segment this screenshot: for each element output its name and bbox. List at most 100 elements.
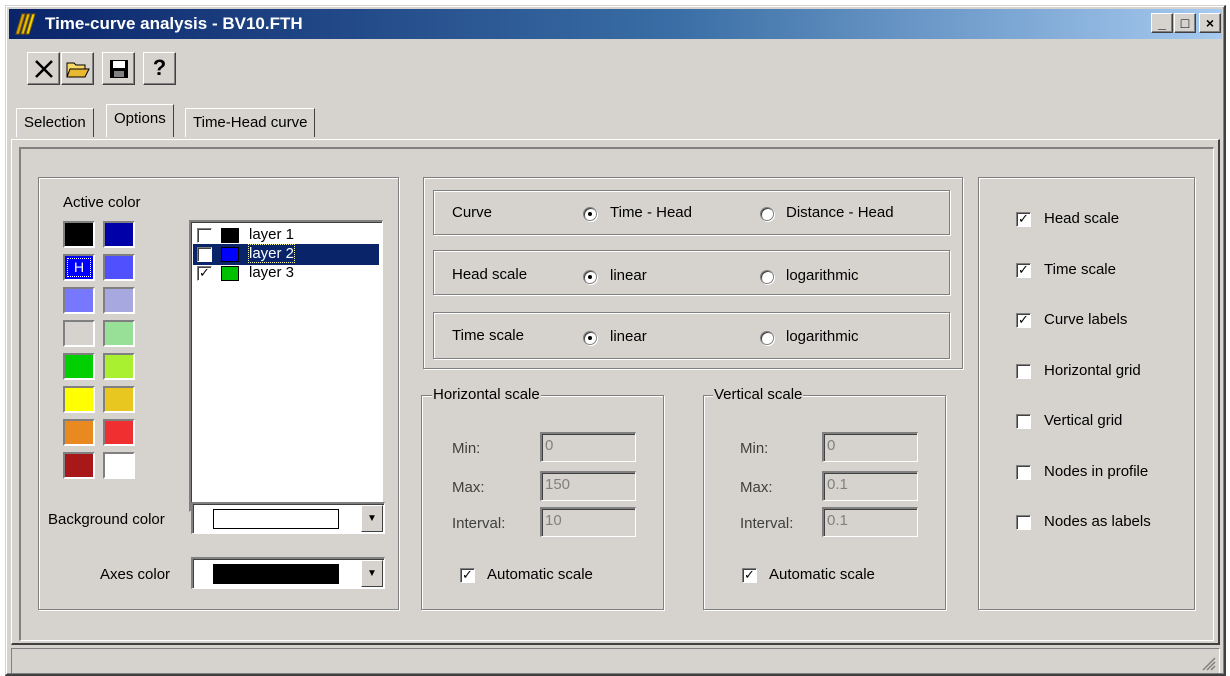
color-swatch[interactable] xyxy=(103,452,135,479)
display-option-checkbox[interactable] xyxy=(1016,464,1031,480)
v-automatic-scale-checkbox[interactable]: ✓ xyxy=(742,568,757,583)
layer-visible-checkbox[interactable] xyxy=(197,228,212,243)
close-icon: × xyxy=(1205,15,1215,31)
head-scale-log-radio[interactable] xyxy=(760,270,774,284)
color-swatch[interactable] xyxy=(63,320,95,347)
tab-label: Selection xyxy=(24,114,86,131)
color-swatch[interactable] xyxy=(103,221,135,248)
time-scale-log-radio[interactable] xyxy=(760,331,774,345)
display-option-checkbox[interactable]: ✓ xyxy=(1016,262,1031,278)
resize-grip-icon[interactable] xyxy=(1200,655,1216,671)
window-title: Time-curve analysis - BV10.FTH xyxy=(45,14,303,33)
head-scale-label: Head scale xyxy=(452,266,528,283)
display-option-checkbox[interactable]: ✓ xyxy=(1016,212,1031,227)
display-options-panel xyxy=(978,177,1195,610)
curve-label: Curve xyxy=(452,204,493,221)
close-window-button[interactable]: × xyxy=(1199,13,1221,33)
v-max-field[interactable]: 0.1 xyxy=(822,471,918,501)
open-file-button[interactable] xyxy=(61,52,94,85)
color-swatch[interactable] xyxy=(63,287,95,314)
color-swatch[interactable] xyxy=(103,254,135,281)
v-automatic-scale-label[interactable]: Automatic scale xyxy=(769,566,875,583)
tab-selection[interactable]: Selection xyxy=(16,108,94,137)
v-min-field[interactable]: 0 xyxy=(822,432,918,462)
layer-list-item[interactable]: layer 2 xyxy=(193,244,379,265)
color-swatch[interactable] xyxy=(63,419,95,446)
title-bar[interactable]: Time-curve analysis - BV10.FTH _ □ × xyxy=(9,9,1222,39)
color-swatch[interactable]: H xyxy=(63,254,95,281)
display-option-label[interactable]: Vertical grid xyxy=(1044,412,1122,429)
color-swatch[interactable] xyxy=(103,419,135,446)
time-scale-label: Time scale xyxy=(452,327,524,344)
color-swatch[interactable] xyxy=(103,353,135,380)
h-min-field[interactable]: 0 xyxy=(540,432,636,462)
h-automatic-scale-label[interactable]: Automatic scale xyxy=(487,566,593,583)
color-swatch[interactable] xyxy=(63,221,95,248)
display-option-checkbox[interactable] xyxy=(1016,414,1031,429)
tab-label: Time-Head curve xyxy=(193,114,308,131)
h-interval-label: Interval: xyxy=(452,515,506,532)
h-interval-field[interactable]: 10 xyxy=(540,507,636,537)
help-icon: ? xyxy=(152,55,167,80)
save-button[interactable] xyxy=(102,52,135,85)
v-min-label: Min: xyxy=(740,440,769,457)
display-option-label[interactable]: Nodes as labels xyxy=(1044,513,1151,530)
h-max-field[interactable]: 150 xyxy=(540,471,636,501)
tab-time-head-curve[interactable]: Time-Head curve xyxy=(185,108,316,137)
h-automatic-scale-checkbox[interactable]: ✓ xyxy=(460,568,475,583)
dropdown-arrow-icon[interactable]: ▼ xyxy=(361,505,383,532)
curve-distance-head-label[interactable]: Distance - Head xyxy=(786,204,894,221)
time-scale-linear-radio[interactable] xyxy=(583,331,597,345)
background-color-select[interactable]: ▼ xyxy=(191,502,385,534)
display-option-label[interactable]: Time scale xyxy=(1044,261,1116,278)
color-swatch[interactable] xyxy=(63,386,95,413)
close-icon xyxy=(34,60,53,78)
head-scale-linear-radio[interactable] xyxy=(583,270,597,284)
display-option-checkbox[interactable]: ✓ xyxy=(1016,313,1031,328)
layer-visible-checkbox[interactable]: ✓ xyxy=(197,266,212,281)
axes-color-label: Axes color xyxy=(100,566,171,583)
background-color-label: Background color xyxy=(48,511,165,528)
display-option-checkbox[interactable] xyxy=(1016,515,1031,530)
axes-color-preview xyxy=(213,564,339,584)
color-swatch[interactable] xyxy=(103,287,135,314)
tab-label: Options xyxy=(114,110,166,127)
head-scale-log-label[interactable]: logarithmic xyxy=(786,267,859,284)
color-swatch[interactable] xyxy=(63,353,95,380)
layer-label: layer 2 xyxy=(247,244,296,263)
display-option-checkbox[interactable] xyxy=(1016,363,1031,379)
close-file-button[interactable] xyxy=(27,52,60,85)
horizontal-scale-title: Horizontal scale xyxy=(432,386,541,403)
curve-time-head-label[interactable]: Time - Head xyxy=(610,204,692,221)
axes-color-select[interactable]: ▼ xyxy=(191,557,385,589)
time-scale-linear-label[interactable]: linear xyxy=(610,328,647,345)
color-swatch[interactable] xyxy=(103,386,135,413)
tab-options[interactable]: Options xyxy=(106,104,174,137)
layer-list[interactable]: layer 1 layer 2 ✓ layer 3 xyxy=(189,220,383,512)
v-max-label: Max: xyxy=(740,479,773,496)
vertical-scale-title: Vertical scale xyxy=(713,386,804,403)
minimize-button[interactable]: _ xyxy=(1151,13,1173,33)
color-swatch[interactable] xyxy=(103,320,135,347)
help-button[interactable]: ? xyxy=(143,52,176,85)
layer-label: layer 1 xyxy=(249,226,295,243)
minimize-icon: _ xyxy=(1158,15,1166,31)
layer-visible-checkbox[interactable] xyxy=(197,247,212,262)
time-scale-log-label[interactable]: logarithmic xyxy=(786,328,859,345)
display-option-label[interactable]: Curve labels xyxy=(1044,311,1127,328)
display-option-label[interactable]: Horizontal grid xyxy=(1044,362,1141,379)
color-swatch[interactable] xyxy=(63,452,95,479)
curve-distance-head-radio[interactable] xyxy=(760,207,774,221)
dropdown-arrow-icon[interactable]: ▼ xyxy=(361,560,383,587)
active-color-label: Active color xyxy=(63,194,141,211)
v-interval-field[interactable]: 0.1 xyxy=(822,507,918,537)
app-logo-icon xyxy=(15,13,36,35)
head-scale-linear-label[interactable]: linear xyxy=(610,267,647,284)
maximize-icon: □ xyxy=(1180,15,1190,31)
layer-list-item[interactable]: layer 1 xyxy=(193,225,379,246)
layer-list-item[interactable]: ✓ layer 3 xyxy=(193,263,379,284)
maximize-button[interactable]: □ xyxy=(1174,13,1196,33)
curve-time-head-radio[interactable] xyxy=(583,207,597,221)
display-option-label[interactable]: Head scale xyxy=(1044,210,1119,227)
display-option-label[interactable]: Nodes in profile xyxy=(1044,463,1148,480)
